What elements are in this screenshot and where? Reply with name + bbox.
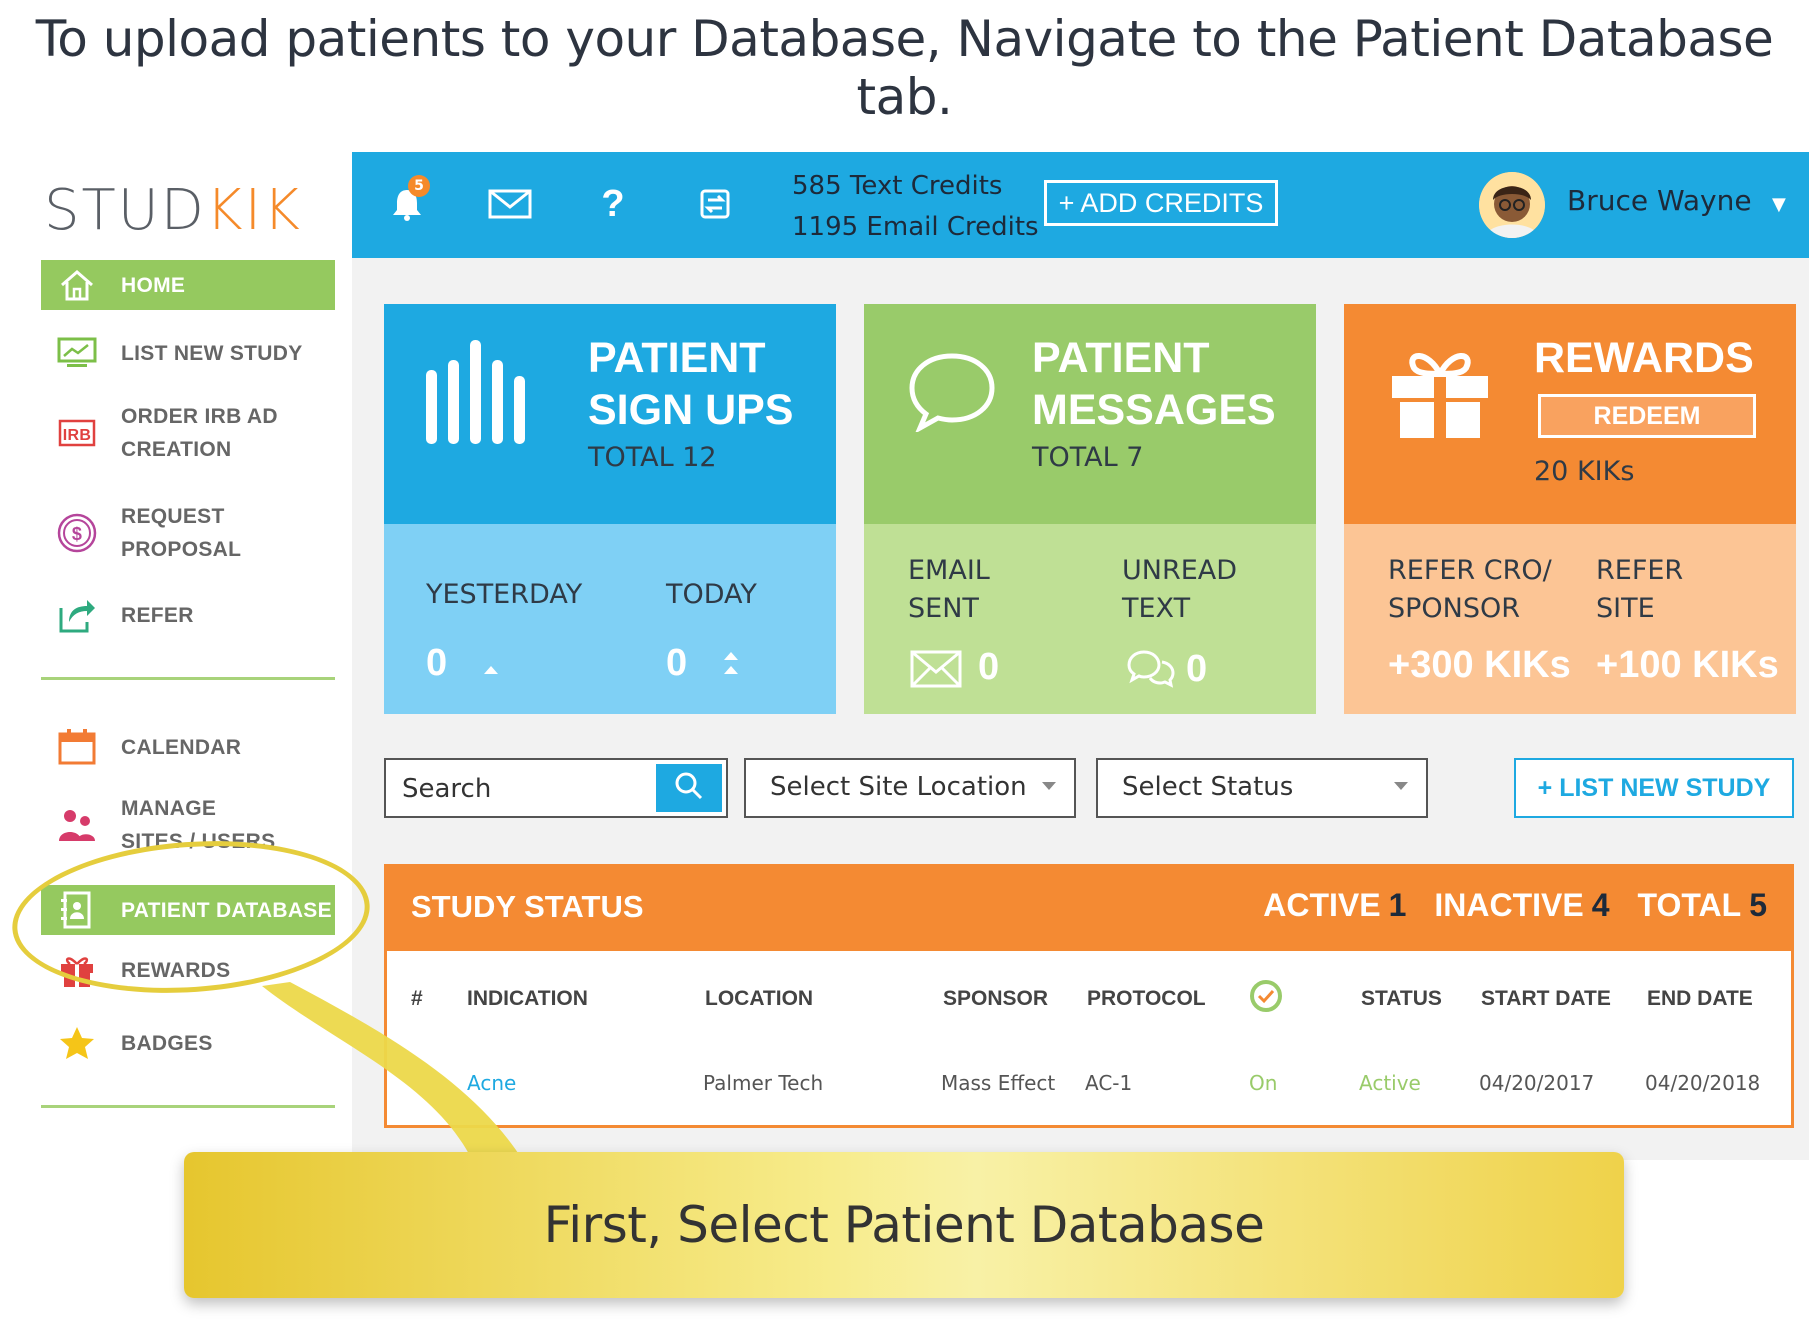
callout-pointer <box>262 982 520 1156</box>
instruction-callout: First, Select Patient Database <box>184 1152 1624 1298</box>
